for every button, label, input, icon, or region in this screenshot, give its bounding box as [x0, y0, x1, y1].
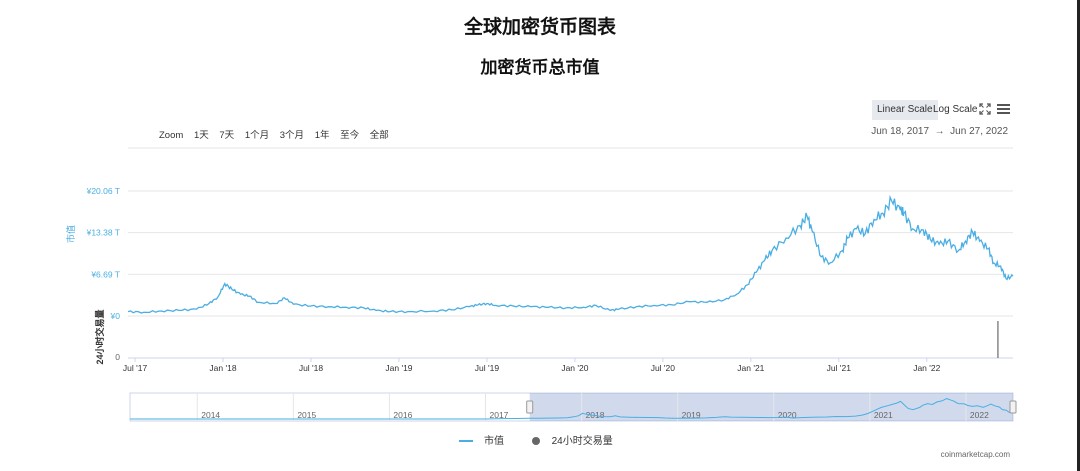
series-line-market-cap	[127, 194, 1014, 314]
y-axis-label: 市值	[65, 225, 76, 243]
volume-bar	[997, 321, 999, 358]
x-tick-label: Jan '22	[913, 363, 940, 373]
legend-line-icon	[459, 440, 474, 443]
source-credit: coinmarketcap.com	[940, 450, 1010, 459]
legend-label-volume: 24小时交易量	[551, 436, 613, 447]
navigator-handle-left[interactable]	[526, 400, 534, 414]
navigator-year-label: 2015	[297, 410, 316, 420]
navigator-year-label: 2014	[201, 410, 220, 420]
navigator-year-label: 2020	[778, 410, 797, 420]
navigator-frame	[129, 392, 1014, 422]
zoom-ytd-button[interactable]: 至今	[338, 126, 361, 142]
legend: 市值 24小时交易量	[0, 432, 1080, 447]
x-tick-label: Jul '21	[827, 363, 852, 373]
legend-item-market-cap[interactable]: 市值	[459, 436, 515, 447]
x-tick-label: Jan '21	[737, 363, 764, 373]
volume-tick-label: 0	[115, 352, 120, 362]
date-to-input[interactable]: Jun 27, 2022	[950, 126, 1008, 137]
chart-title: 加密货币总市值	[480, 58, 600, 78]
zoom-controls: Zoom 1天 7天 1个月 3个月 1年 至今 全部	[157, 126, 395, 142]
zoom-all-button[interactable]: 全部	[368, 126, 391, 142]
log-scale-button[interactable]: Log Scale	[928, 100, 982, 120]
zoom-7d-button[interactable]: 7天	[217, 126, 236, 142]
zoom-label: Zoom	[159, 130, 184, 141]
date-from-input[interactable]: Jun 18, 2017	[871, 126, 929, 137]
navigator-year-label: 2018	[586, 410, 605, 420]
fullscreen-icon[interactable]	[979, 103, 991, 115]
navigator-selection	[529, 393, 1013, 421]
x-tick-label: Jul '18	[299, 363, 324, 373]
x-tick-label: Jan '18	[209, 363, 236, 373]
navigator-series-line	[129, 398, 1014, 420]
y-tick-label: ¥20.06 T	[86, 186, 120, 196]
x-tick-label: Jul '20	[651, 363, 676, 373]
zoom-1m-button[interactable]: 1个月	[243, 126, 271, 142]
zoom-1y-button[interactable]: 1年	[313, 126, 332, 142]
x-tick-label: Jan '20	[561, 363, 588, 373]
date-arrow: →	[934, 126, 945, 137]
navigator-year-label: 2022	[970, 410, 989, 420]
legend-dot-icon	[531, 437, 540, 446]
x-tick-label: Jul '17	[123, 363, 148, 373]
y-tick-label: ¥13.38 T	[86, 228, 120, 238]
navigator-handle-right[interactable]	[1009, 400, 1017, 414]
hamburger-menu-icon[interactable]	[997, 103, 1010, 115]
axis-layer: ¥20.06 T ¥13.38 T ¥6.69 T ¥0 市值 0 24小时交易量 Jul '…	[65, 186, 941, 373]
volume-axis-label: 24小时交易量	[94, 309, 105, 364]
navigator-year-label: 2016	[393, 410, 412, 420]
y-tick-label: ¥6.69 T	[90, 269, 120, 279]
date-range: Jun 18, 2017 → Jun 27, 2022	[871, 126, 1008, 137]
zoom-1d-button[interactable]: 1天	[192, 126, 211, 142]
page-title: 全球加密货币图表	[463, 16, 616, 38]
zoom-3m-button[interactable]: 3个月	[278, 126, 306, 142]
y-tick-label: ¥0	[110, 311, 121, 321]
x-tick-label: Jul '19	[475, 363, 500, 373]
series-layer	[127, 194, 1014, 358]
legend-item-volume[interactable]: 24小时交易量	[531, 436, 621, 447]
navigator-year-label: 2017	[490, 410, 509, 420]
navigator: 2014 2015 2016 2017 2018 2019 2020 2021 2022	[129, 392, 1017, 422]
navigator-year-label: 2021	[874, 410, 893, 420]
legend-label-market-cap: 市值	[484, 436, 505, 447]
navigator-year-label: 2019	[682, 410, 701, 420]
grid-layer	[128, 147, 1013, 359]
x-tick-label: Jan '19	[385, 363, 412, 373]
